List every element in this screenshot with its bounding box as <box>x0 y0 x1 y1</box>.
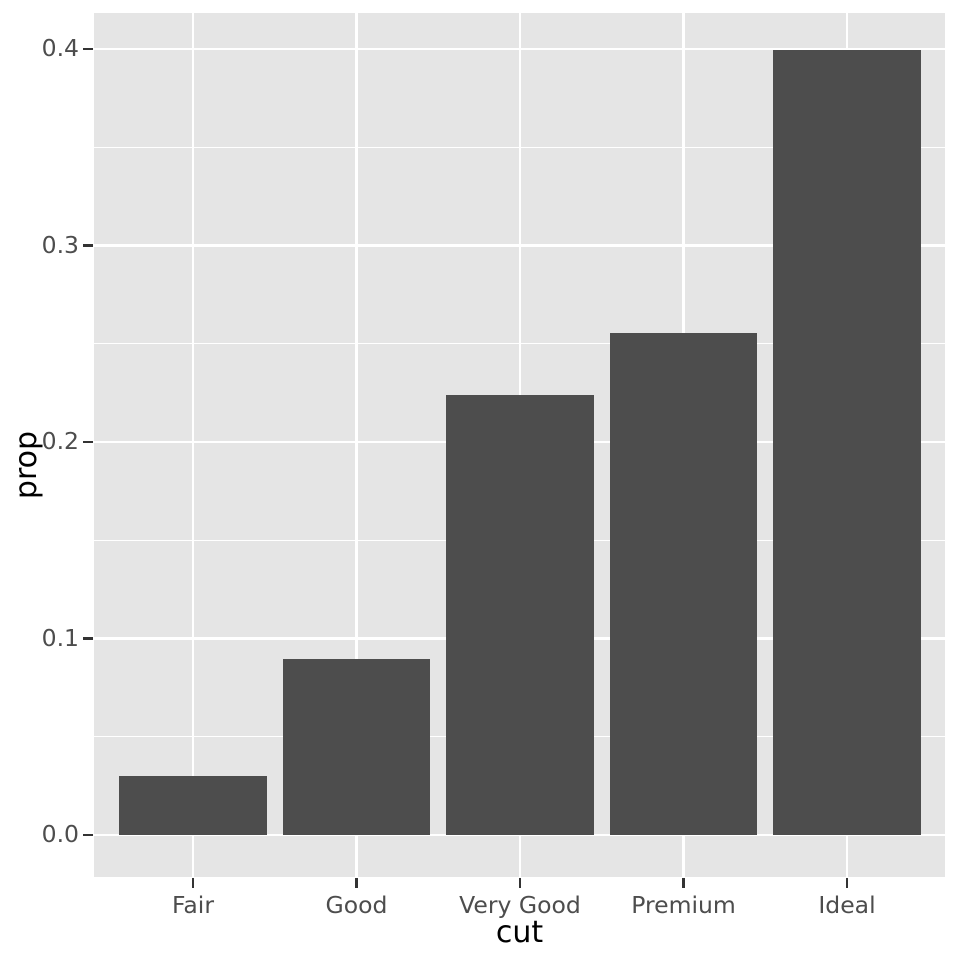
y-tick-mark <box>83 833 93 837</box>
bar-good <box>282 658 431 835</box>
y-tick-mark <box>83 637 93 640</box>
y-tick-mark <box>83 47 93 51</box>
y-tick-label: 0.4 <box>41 34 79 62</box>
x-tick-label: Premium <box>631 891 736 919</box>
x-tick-mark <box>355 878 358 888</box>
y-tick-label: 0.3 <box>41 230 79 259</box>
y-tick-mark <box>83 440 93 444</box>
bar-chart: 0.0 0.1 0.2 0.3 0.4 Fair Good Very Good Premium… <box>0 0 960 960</box>
gridline-x-major <box>191 13 195 877</box>
bar-ideal <box>773 49 921 835</box>
x-axis-title: cut <box>495 915 544 950</box>
x-tick-label: Ideal <box>818 891 876 919</box>
x-tick-mark <box>682 878 685 888</box>
bar-fair <box>119 776 267 835</box>
y-tick-mark <box>83 244 93 247</box>
x-tick-mark <box>191 878 195 888</box>
y-axis-title: prop <box>9 430 44 500</box>
bar-very-good <box>446 394 594 835</box>
plot-panel <box>94 13 945 877</box>
y-tick-label: 0.0 <box>41 820 79 848</box>
x-tick-label: Good <box>325 891 388 919</box>
x-tick-label: Very Good <box>459 891 581 919</box>
y-tick-label: 0.1 <box>41 623 79 652</box>
bar-premium <box>609 333 758 835</box>
x-tick-mark <box>845 878 849 888</box>
y-tick-label: 0.2 <box>41 427 79 455</box>
x-tick-mark <box>518 878 522 888</box>
x-tick-label: Fair <box>172 891 214 919</box>
